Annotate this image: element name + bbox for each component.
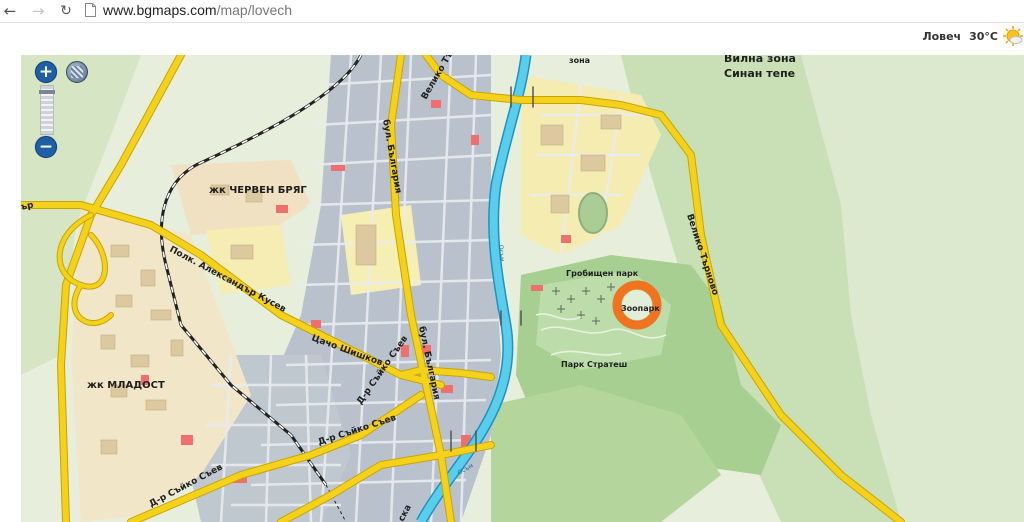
browser-toolbar: ← → ↻ www.bgmaps.com/map/lovech [0,0,1024,23]
weather-temperature: 30°C [969,29,998,43]
zoom-slider[interactable] [39,85,55,135]
label-grobishten-park: Гробищен парк [566,268,639,278]
label-vila-zona: Вилна зона [724,55,796,65]
url-host: www.bgmaps.com [103,2,217,18]
zoom-out-button[interactable]: − [35,136,57,158]
zoom-in-button[interactable]: + [35,61,57,83]
sun-cloud-icon [1003,26,1023,46]
weather-city: Ловеч [922,29,962,43]
weather-widget[interactable]: Ловеч 30°C [922,24,1024,48]
reload-icon[interactable]: ↻ [56,1,76,21]
address-bar[interactable]: www.bgmaps.com/map/lovech [103,2,292,18]
label-zh-cherven-bryag: жк ЧЕРВЕН БРЯГ [209,185,307,196]
map-canvas[interactable]: жк ЧЕРВЕН БРЯГ жк МЛАДОСТ Вилна зона Син… [21,55,1024,522]
label-zoopark: Зоопарк [621,304,660,313]
page-icon [85,3,96,17]
map-layers-icon[interactable] [66,61,88,83]
back-arrow-icon[interactable]: ← [0,1,20,21]
label-river-osam-a: Осъм [497,245,505,262]
label-zh-mladost: жк МЛАДОСТ [87,380,165,391]
zoom-slider-handle[interactable] [39,90,55,94]
label-park-stratesh: Парк Стратеш [561,360,627,369]
map-graphic[interactable]: жк ЧЕРВЕН БРЯГ жк МЛАДОСТ Вилна зона Син… [21,55,1024,522]
forward-arrow-icon[interactable]: → [28,1,48,21]
label-sinan-tepe: Синан тепе [724,67,795,80]
url-path: /map/lovech [216,2,293,18]
label-zona-top: зона [569,56,590,65]
